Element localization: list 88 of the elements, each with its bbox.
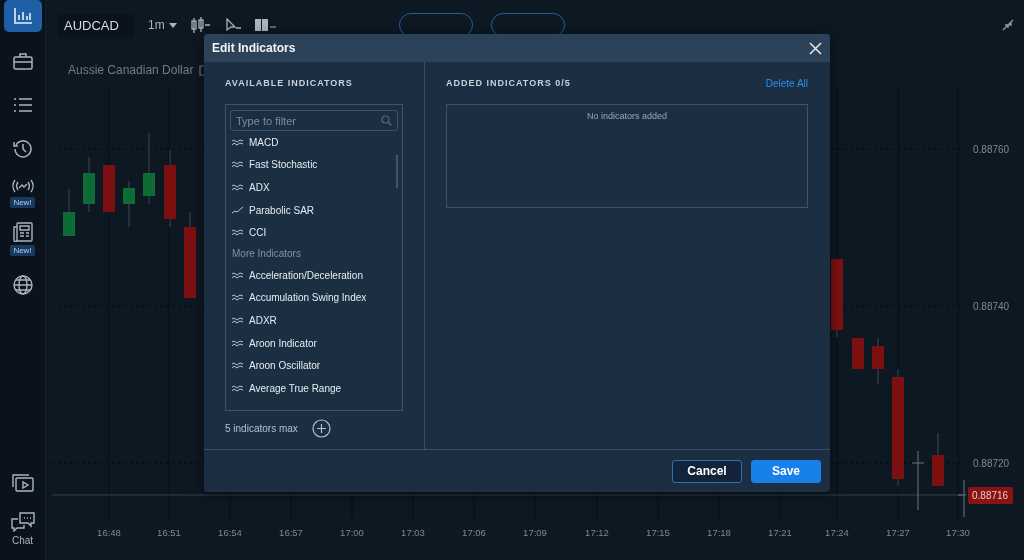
time-label: 16:57 <box>279 527 303 538</box>
wave-icon <box>232 161 243 169</box>
chat-icon <box>10 512 35 532</box>
delete-all-link[interactable]: Delete All <box>765 77 808 89</box>
cursor-icon[interactable] <box>224 18 241 32</box>
wave-icon <box>232 339 243 347</box>
wave-icon <box>232 384 243 392</box>
current-price-tag: 0.88716 <box>968 487 1013 504</box>
indicator-item[interactable]: ADX <box>230 176 270 199</box>
wave-icon <box>232 229 243 237</box>
time-label: 17:15 <box>646 527 670 538</box>
history-icon <box>12 139 33 159</box>
caret-icon <box>168 22 177 28</box>
chat-label: Chat <box>11 535 34 546</box>
filter-field[interactable]: Type to filter <box>230 110 398 131</box>
list-icon <box>12 97 33 113</box>
limit-note: 5 indicators max <box>225 422 298 434</box>
group-heading: More Indicators <box>231 247 301 262</box>
time-label: 17:00 <box>340 527 364 538</box>
indicator-item[interactable]: Parabolic SAR <box>230 198 315 222</box>
indicator-item[interactable]: ADXR <box>230 309 277 332</box>
sidebar-item[interactable]: New! <box>3 178 42 208</box>
globe-icon <box>12 275 33 295</box>
time-label: 17:03 <box>401 527 425 538</box>
new-badge: New! <box>10 245 35 256</box>
indicator-item[interactable]: Average True Range <box>230 376 342 400</box>
price-label: 0.88760 <box>973 144 1010 155</box>
signal-icon <box>10 178 35 194</box>
sidebar-item[interactable]: Chat <box>3 512 42 546</box>
instrument-name: Aussie Canadian Dollar <box>68 63 194 77</box>
indicator-item[interactable]: Fast Stochastic <box>230 153 318 177</box>
close-button[interactable] <box>809 41 822 55</box>
time-label: 17:24 <box>825 527 849 538</box>
save-button[interactable]: Save <box>751 459 821 483</box>
wave-icon <box>232 316 243 324</box>
search-icon <box>381 115 392 126</box>
indicator-item[interactable]: MACD <box>230 131 279 154</box>
candle <box>83 156 95 213</box>
add-icon[interactable] <box>311 418 331 438</box>
chart-icon <box>12 7 33 25</box>
cancel-button[interactable]: Cancel <box>672 459 742 483</box>
candle <box>932 432 944 487</box>
collapse-icon[interactable] <box>1002 19 1014 31</box>
time-label: 16:51 <box>157 527 181 538</box>
time-label: 17:06 <box>462 527 486 538</box>
symbol-field[interactable]: AUDCAD <box>58 13 134 37</box>
scrollbar[interactable] <box>396 155 398 188</box>
candle <box>957 479 967 518</box>
indicator-item[interactable]: Aroon Oscillator <box>230 354 321 377</box>
indicator-item[interactable]: Aroon Indicator <box>230 331 317 355</box>
indicator-item[interactable]: Acceleration/Deceleration <box>230 263 363 287</box>
time-label: 17:30 <box>946 527 970 538</box>
sidebar-item[interactable]: New! <box>3 222 42 256</box>
price-label: 0.88720 <box>973 458 1010 469</box>
section-heading: AVAILABLE INDICATORS <box>225 78 353 88</box>
wave-icon <box>232 184 243 191</box>
newspaper-icon <box>12 222 33 242</box>
candle <box>63 188 75 237</box>
trend-line-icon <box>232 206 243 214</box>
video-icon <box>11 474 34 492</box>
wave-icon <box>232 362 243 370</box>
candle <box>123 180 135 228</box>
indicator-item[interactable]: CCI <box>230 221 267 244</box>
indicator-item[interactable]: Accumulation Swing Index <box>230 286 367 310</box>
wave-icon <box>232 271 243 279</box>
wave-icon <box>232 138 243 146</box>
time-label: 17:09 <box>523 527 547 538</box>
dialog-title: Edit Indicators <box>212 41 296 55</box>
timeframe-dropdown[interactable]: 1m <box>148 18 177 32</box>
new-badge: New! <box>10 197 35 208</box>
sidebar-item[interactable] <box>3 0 42 32</box>
time-label: 16:48 <box>97 527 121 538</box>
wave-icon <box>232 294 243 302</box>
candle <box>872 337 884 385</box>
time-label: 17:18 <box>707 527 731 538</box>
candle <box>852 337 864 370</box>
time-label: 16:54 <box>218 527 242 538</box>
candle <box>911 450 925 511</box>
candles-icon[interactable] <box>190 17 211 33</box>
price-label: 0.88740 <box>973 301 1010 312</box>
empty-message: No indicators added <box>586 111 668 121</box>
time-label: 17:27 <box>886 527 910 538</box>
briefcase-icon <box>12 52 33 70</box>
section-heading: ADDED INDICATORS 0/5 <box>446 78 571 88</box>
layout-icon[interactable] <box>254 19 277 31</box>
time-label: 17:12 <box>585 527 609 538</box>
candle <box>103 164 115 213</box>
time-label: 17:21 <box>768 527 792 538</box>
